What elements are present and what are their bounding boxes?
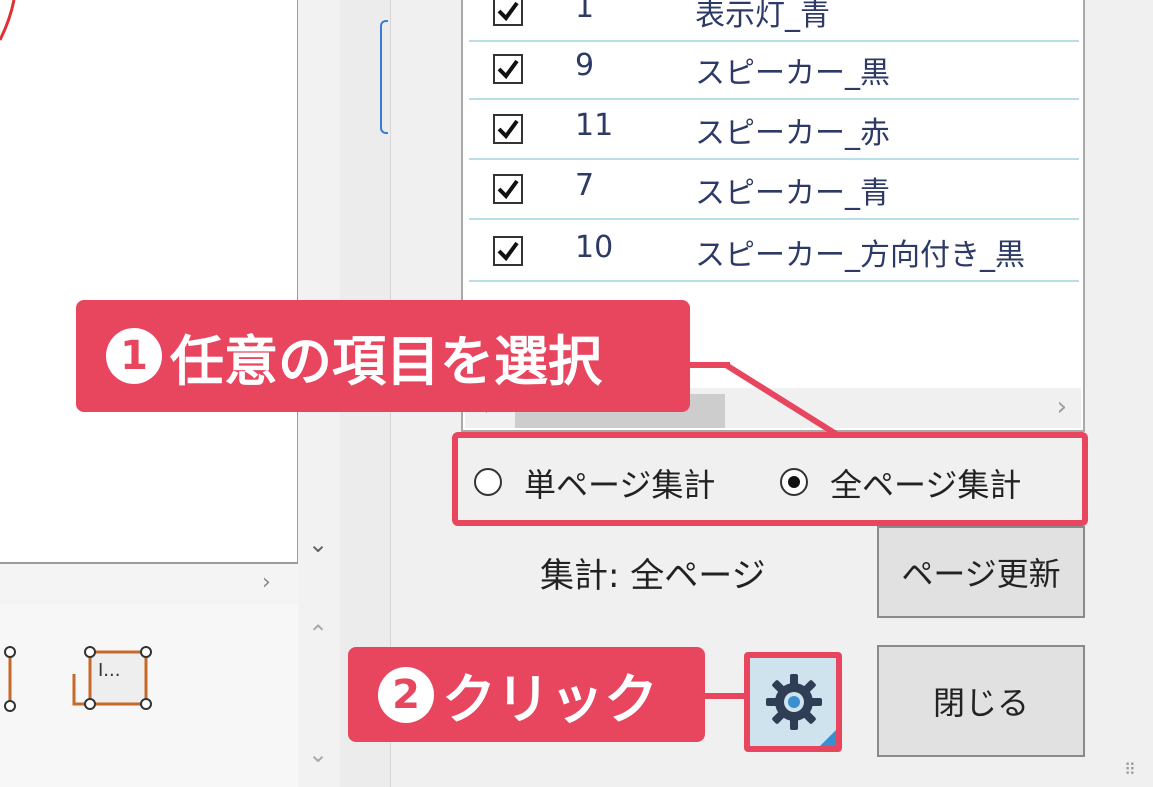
item-checkbox[interactable]	[493, 114, 523, 144]
text-box-tool[interactable]: I...	[70, 644, 154, 714]
item-name: スピーカー_方向付き_黒	[695, 238, 1025, 273]
settings-button[interactable]	[744, 652, 842, 752]
list-item[interactable]: 7 スピーカー_青	[469, 160, 1079, 220]
step1-highlight-box	[452, 432, 1088, 526]
list-item[interactable]: 9 スピーカー_黒	[469, 40, 1079, 100]
step1-connector-diagonal	[724, 362, 838, 437]
resize-grip-icon[interactable]: ⠿	[1124, 760, 1136, 779]
splitter-handle[interactable]	[380, 20, 388, 134]
checkmark-icon	[497, 179, 519, 200]
canvas-scroll-gutter: ›	[0, 564, 298, 604]
step1-number-badge: 1	[106, 328, 162, 384]
item-checkbox[interactable]	[493, 236, 523, 266]
drawing-canvas[interactable]	[0, 0, 299, 564]
list-item[interactable]: 1 表示灯_青	[469, 0, 1079, 42]
red-arc-shape	[0, 0, 16, 41]
item-name: スピーカー_赤	[695, 116, 890, 151]
chevron-right-icon[interactable]: ›	[1057, 392, 1067, 422]
page-update-button[interactable]: ページ更新	[877, 526, 1085, 618]
list-item[interactable]: 11 スピーカー_赤	[469, 100, 1079, 160]
step2-number-badge: 2	[378, 666, 434, 723]
chevron-down-icon[interactable]: ⌄	[308, 740, 328, 768]
step1-callout: 1 任意の項目を選択	[76, 300, 690, 412]
item-number: 10	[575, 230, 614, 265]
item-checkbox[interactable]	[493, 54, 523, 84]
item-checkbox[interactable]	[493, 0, 523, 26]
checkmark-icon	[497, 59, 519, 80]
checkmark-icon	[497, 241, 519, 262]
corner-indicator-icon	[820, 730, 836, 746]
item-checkbox[interactable]	[493, 174, 523, 204]
item-number: 11	[575, 108, 614, 143]
checkmark-icon	[497, 119, 519, 140]
item-name: 表示灯_青	[695, 0, 830, 33]
text-box-tool-label: I...	[98, 660, 121, 681]
gear-icon	[766, 674, 822, 730]
step2-connector	[705, 693, 745, 699]
summary-label: 集計: 全ページ	[540, 556, 766, 596]
close-button[interactable]: 閉じる	[877, 645, 1085, 757]
step1-text: 任意の項目を選択	[170, 329, 602, 393]
item-number: 7	[575, 168, 595, 203]
shape-handle-icon[interactable]	[0, 644, 20, 714]
chevron-right-icon[interactable]: ›	[262, 570, 271, 595]
step2-callout: 2 クリック	[348, 647, 705, 742]
step2-text: クリック	[442, 668, 658, 731]
list-item[interactable]: 10 スピーカー_方向付き_黒	[469, 222, 1079, 282]
item-number: 9	[575, 48, 595, 83]
checkmark-icon	[497, 1, 519, 22]
chevron-up-icon[interactable]: ⌃	[308, 620, 328, 648]
item-name: スピーカー_黒	[695, 56, 890, 91]
item-number: 1	[575, 0, 595, 25]
item-name: スピーカー_青	[695, 176, 890, 211]
chevron-down-icon[interactable]: ⌄	[308, 530, 328, 558]
shape-toolbar: I...	[0, 604, 298, 787]
